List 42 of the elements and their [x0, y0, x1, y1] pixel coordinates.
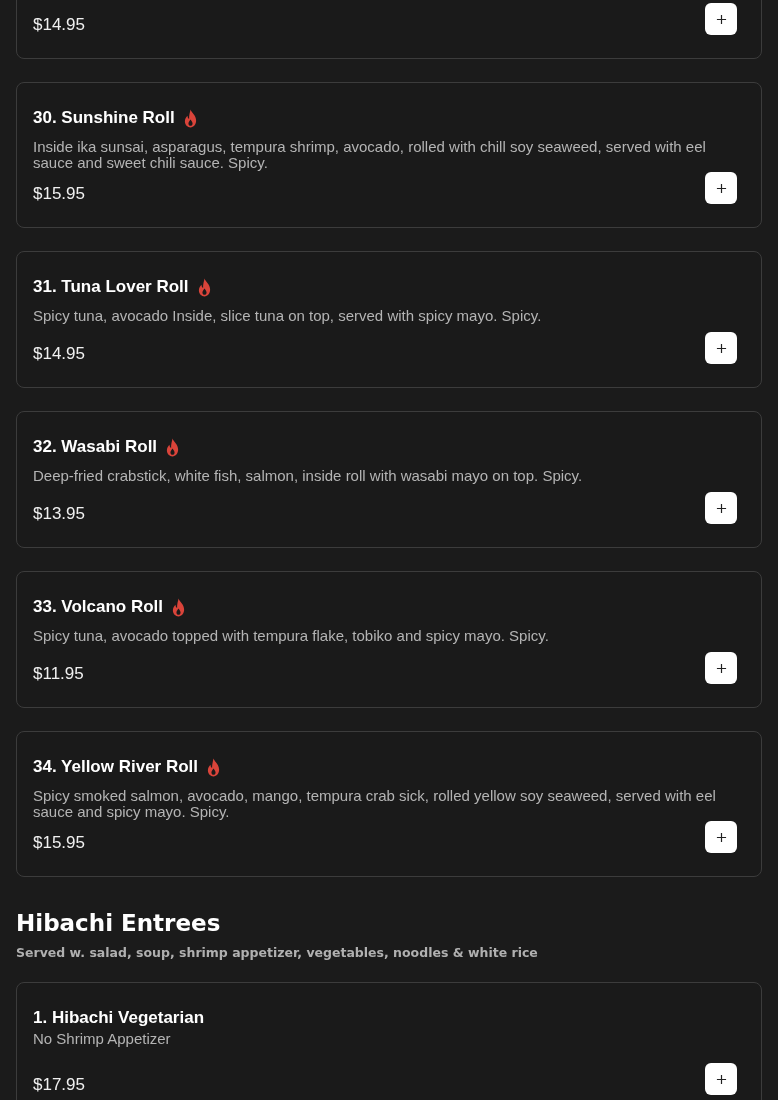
- item-description: Spicy tuna, avocado Inside, slice tuna on top, served with spicy mayo. Spicy.: [33, 308, 543, 324]
- add-button[interactable]: [705, 3, 737, 35]
- add-button[interactable]: [705, 492, 737, 524]
- item-name: 30. Sunshine Roll: [33, 107, 175, 129]
- item-name: 31. Tuna Lover Roll: [33, 276, 189, 298]
- item-name: 1. Hibachi Vegetarian: [33, 1007, 204, 1029]
- item-price: $15.95: [33, 183, 85, 204]
- item-description: No Shrimp Appetizer: [33, 1031, 172, 1047]
- plus-icon: [715, 662, 727, 674]
- menu-item-card[interactable]: 30. Sunshine Roll Inside ika sunsai, asparagus, tempura shrimp, avocado, rolled with chill soy seaweed, served with eel sauce and sweet chili sauce. Spicy. $15.95: [16, 82, 762, 228]
- section-heading: Hibachi Entrees: [16, 909, 222, 938]
- plus-icon: [715, 342, 727, 354]
- menu-item-card[interactable]: 31. Tuna Lover Roll Spicy tuna, avocado Inside, slice tuna on top, served with spicy mayo. Spicy. $14.95: [16, 251, 762, 388]
- item-description: Inside ika sunsai, asparagus, tempura shrimp, avocado, rolled with chill soy seaweed, served with eel sauce and sweet chili sauce. Spicy.: [33, 139, 707, 171]
- add-button[interactable]: [705, 172, 737, 204]
- plus-icon: [715, 502, 727, 514]
- item-price: $13.95: [33, 503, 85, 524]
- item-price: $14.95: [33, 343, 85, 364]
- item-name: 34. Yellow River Roll: [33, 756, 199, 778]
- item-description: Spicy smoked salmon, avocado, mango, tempura crab sick, rolled yellow soy seaweed, served with eel sauce and spicy mayo. Spicy.: [33, 788, 717, 820]
- plus-icon: [715, 831, 727, 843]
- item-price: $15.95: [33, 832, 85, 853]
- menu-item-card[interactable]: 33. Volcano Roll Spicy tuna, avocado topped with tempura flake, tobiko and spicy mayo. Spicy. $11.95: [16, 571, 762, 708]
- add-button[interactable]: [705, 652, 737, 684]
- add-button[interactable]: [705, 821, 737, 853]
- section-subtitle: Served w. salad, soup, shrimp appetizer, vegetables, noodles & white rice: [16, 944, 539, 962]
- item-description: Spicy tuna, avocado topped with tempura flake, tobiko and spicy mayo. Spicy.: [33, 628, 550, 644]
- plus-icon: [715, 13, 727, 25]
- plus-icon: [715, 1073, 727, 1085]
- item-name: 33. Volcano Roll: [33, 596, 164, 618]
- item-price: $11.95: [33, 663, 84, 684]
- item-name: 32. Wasabi Roll: [33, 436, 158, 458]
- menu-item-card[interactable]: $14.95: [16, 0, 762, 59]
- item-price: $17.95: [33, 1074, 85, 1095]
- item-description: Deep-fried crabstick, white fish, salmon, inside roll with wasabi mayo on top. Spicy.: [33, 468, 584, 484]
- add-button[interactable]: [705, 332, 737, 364]
- add-button[interactable]: [705, 1063, 737, 1095]
- menu-item-card[interactable]: 34. Yellow River Roll Spicy smoked salmon, avocado, mango, tempura crab sick, rolled yellow soy seaweed, served with eel sauce and spicy mayo. Spicy. $15.95: [16, 731, 762, 877]
- menu-item-card[interactable]: 1. Hibachi Vegetarian No Shrimp Appetizer $17.95: [16, 982, 762, 1100]
- item-price: $14.95: [33, 14, 85, 35]
- menu-item-card[interactable]: 32. Wasabi Roll Deep-fried crabstick, white fish, salmon, inside roll with wasabi mayo on top. Spicy. $13.95: [16, 411, 762, 548]
- plus-icon: [715, 182, 727, 194]
